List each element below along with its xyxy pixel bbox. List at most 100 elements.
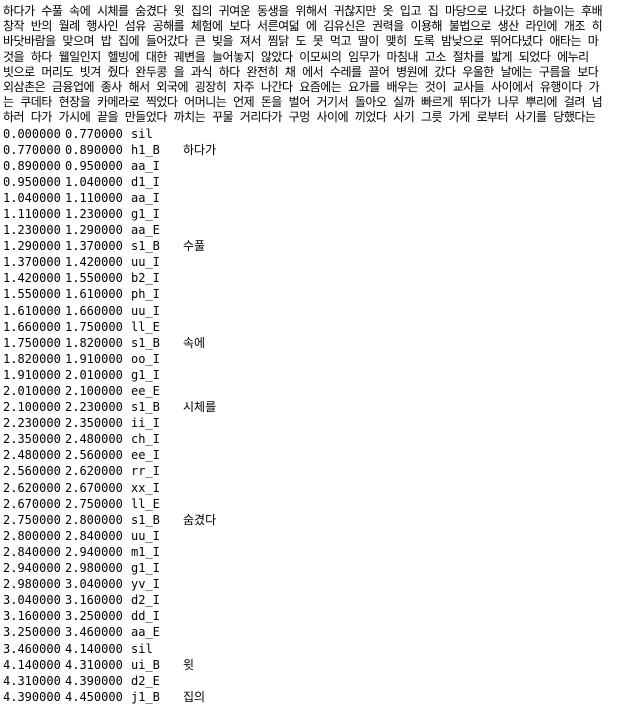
phone-label: dd_I bbox=[131, 609, 160, 624]
end-time: 4.140000 bbox=[65, 641, 123, 656]
phone-label: b2_I bbox=[131, 271, 160, 286]
phone-label: uu_I bbox=[131, 255, 160, 270]
start-time: 1.910000 bbox=[3, 367, 61, 382]
end-time: 3.250000 bbox=[65, 609, 123, 624]
alignment-row: 2.560000 2.620000 rr_I bbox=[3, 463, 644, 479]
start-time: 0.950000 bbox=[3, 174, 61, 189]
end-time: 1.420000 bbox=[65, 255, 123, 270]
start-time: 1.660000 bbox=[3, 319, 61, 334]
start-time: 0.000000 bbox=[3, 126, 61, 141]
alignment-row: 2.230000 2.350000 ii_I bbox=[3, 415, 644, 431]
start-time: 2.100000 bbox=[3, 400, 61, 415]
phone-label: g1_I bbox=[131, 367, 160, 382]
phone-label: ee_E bbox=[131, 384, 160, 398]
start-time: 2.800000 bbox=[3, 528, 61, 543]
phone-label: aa_I bbox=[131, 190, 160, 205]
start-time: 2.940000 bbox=[3, 561, 61, 576]
start-time: 1.290000 bbox=[3, 239, 61, 254]
start-time: 2.620000 bbox=[3, 480, 61, 495]
end-time: 4.390000 bbox=[65, 673, 123, 688]
phone-label: aa_E bbox=[131, 625, 160, 640]
end-time: 2.750000 bbox=[65, 496, 123, 511]
end-time: 3.040000 bbox=[65, 577, 123, 592]
sentence-line: 외삼촌은 금융업에 종사 해서 외국에 굉장히 자주 나간다 요즘에는 요가를 … bbox=[3, 79, 600, 94]
phone-label: s1_B bbox=[131, 512, 160, 527]
phone-label: sil bbox=[131, 641, 153, 656]
phone-label: uu_I bbox=[131, 303, 160, 318]
phone-label: ph_I bbox=[131, 287, 160, 302]
start-time: 3.160000 bbox=[3, 609, 61, 624]
start-time: 4.310000 bbox=[3, 673, 61, 688]
end-time: 3.160000 bbox=[65, 593, 123, 608]
end-time: 1.110000 bbox=[65, 190, 123, 205]
word-label: 집의 bbox=[183, 689, 206, 704]
alignment-row: 1.110000 1.230000 g1_I bbox=[3, 206, 644, 222]
word-label: 수풀 bbox=[183, 239, 206, 254]
phone-label: uu_I bbox=[131, 528, 160, 543]
start-time: 0.770000 bbox=[3, 142, 61, 157]
start-time: 3.250000 bbox=[3, 625, 61, 640]
end-time: 2.800000 bbox=[65, 512, 123, 527]
alignment-row: 1.610000 1.660000 uu_I bbox=[3, 303, 644, 319]
alignment-row: 0.770000 0.890000 h1_B 하다가 bbox=[3, 142, 644, 158]
alignment-row: 2.100000 2.230000 s1_B 시체를 bbox=[3, 399, 644, 415]
end-time: 1.660000 bbox=[65, 303, 123, 318]
start-time: 1.370000 bbox=[3, 255, 61, 270]
start-time: 2.010000 bbox=[3, 384, 61, 398]
alignment-row: 2.750000 2.800000 s1_B 숨겼다 bbox=[3, 512, 644, 528]
end-time: 1.910000 bbox=[65, 351, 123, 366]
alignment-row: 2.800000 2.840000 uu_I bbox=[3, 528, 644, 544]
phone-label: ui_B bbox=[131, 657, 160, 672]
phone-label: xx_I bbox=[131, 480, 160, 495]
phone-label: g1_I bbox=[131, 206, 160, 221]
alignment-row: 1.230000 1.290000 aa_E bbox=[3, 222, 644, 238]
sentence-line: 빗으로 머리도 빗겨 줬다 완두콩 을 과식 하다 완전히 채 에서 수레를 끌… bbox=[3, 64, 599, 79]
alignment-row: 3.040000 3.160000 d2_I bbox=[3, 592, 644, 608]
end-time: 1.040000 bbox=[65, 174, 123, 189]
alignment-row: 0.890000 0.950000 aa_I bbox=[3, 158, 644, 174]
sentence-list: 하다가 수풀 속에 시체를 숨겼다 윗 집의 귀여운 동생을 위해서 귀찮지만 … bbox=[3, 4, 644, 126]
phone-label: rr_I bbox=[131, 464, 160, 479]
start-time: 2.750000 bbox=[3, 512, 61, 527]
sentence-line: 것을 하다 웰일인지 헬빙에 대한 궤변을 늘어놓지 않았다 이모씨의 임무가 … bbox=[3, 49, 589, 64]
alignment-row: 2.670000 2.750000 ll_E bbox=[3, 496, 644, 512]
start-time: 1.610000 bbox=[3, 303, 61, 318]
start-time: 2.670000 bbox=[3, 496, 61, 511]
end-time: 1.820000 bbox=[65, 335, 123, 350]
end-time: 1.370000 bbox=[65, 239, 123, 254]
sentence-line: 창작 반의 월례 행사인 섬유 공해를 체험에 보다 서른여덟 에 김유신은 권… bbox=[3, 19, 603, 34]
end-time: 2.940000 bbox=[65, 544, 123, 559]
start-time: 1.550000 bbox=[3, 287, 61, 302]
sentence-line: 는 쿠데타 현장을 카메라로 찍었다 어머니는 언제 돈을 벌어 거기서 돌아오… bbox=[3, 95, 603, 110]
start-time: 2.230000 bbox=[3, 416, 61, 431]
start-time: 2.840000 bbox=[3, 544, 61, 559]
alignment-table: 0.000000 0.770000 sil 0.770000 0.890000 h1_B 하… bbox=[3, 126, 644, 705]
alignment-row: 1.420000 1.550000 b2_I bbox=[3, 270, 644, 286]
alignment-row: 3.160000 3.250000 dd_I bbox=[3, 608, 644, 624]
text-document: 하다가 수풀 속에 시체를 숨겼다 윗 집의 귀여운 동생을 위해서 귀찮지만 … bbox=[0, 0, 644, 705]
end-time: 2.100000 bbox=[65, 384, 123, 398]
start-time: 4.390000 bbox=[3, 689, 61, 704]
start-time: 1.820000 bbox=[3, 351, 61, 366]
end-time: 2.230000 bbox=[65, 400, 123, 415]
end-time: 3.460000 bbox=[65, 625, 123, 640]
alignment-row: 3.250000 3.460000 aa_E bbox=[3, 624, 644, 640]
phone-label: s1_B bbox=[131, 239, 160, 254]
phone-label: aa_E bbox=[131, 223, 160, 238]
sentence-line: 하러 다가 가시에 끝을 만들었다 까치는 꾸물 거리다가 구멍 사이에 끼었다… bbox=[3, 110, 596, 125]
alignment-row: 2.620000 2.670000 xx_I bbox=[3, 480, 644, 496]
word-label: 시체를 bbox=[183, 400, 217, 415]
alignment-row: 2.940000 2.980000 g1_I bbox=[3, 560, 644, 576]
end-time: 0.950000 bbox=[65, 158, 123, 173]
phone-label: d2_E bbox=[131, 673, 160, 688]
start-time: 2.480000 bbox=[3, 448, 61, 463]
start-time: 1.110000 bbox=[3, 206, 61, 221]
end-time: 1.550000 bbox=[65, 271, 123, 286]
start-time: 1.420000 bbox=[3, 271, 61, 286]
sentence-line: 하다가 수풀 속에 시체를 숨겼다 윗 집의 귀여운 동생을 위해서 귀찮지만 … bbox=[3, 4, 603, 18]
alignment-row: 3.460000 4.140000 sil bbox=[3, 641, 644, 657]
phone-label: h1_B bbox=[131, 142, 160, 157]
phone-label: g1_I bbox=[131, 561, 160, 576]
alignment-row: 1.040000 1.110000 aa_I bbox=[3, 190, 644, 206]
phone-label: ll_E bbox=[131, 496, 160, 511]
